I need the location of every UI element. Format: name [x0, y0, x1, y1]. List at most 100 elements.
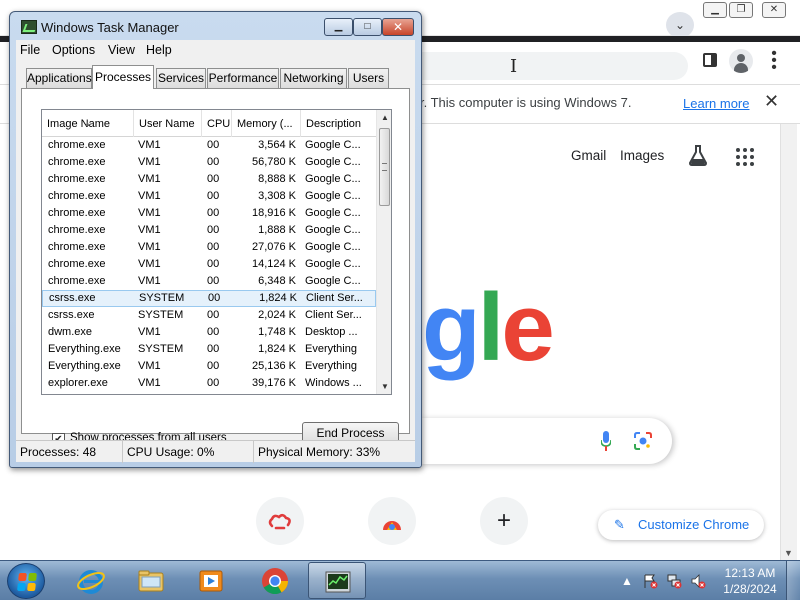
tab-processes[interactable]: Processes: [92, 65, 154, 89]
images-link[interactable]: Images: [620, 148, 664, 163]
gmail-link[interactable]: Gmail: [571, 148, 606, 163]
cell-description: Everything: [305, 360, 357, 372]
tab-performance[interactable]: Performance: [207, 68, 279, 88]
shortcut-tile-2[interactable]: [368, 497, 416, 545]
clock-date[interactable]: 1/28/2024: [717, 582, 783, 596]
cell-user-name: VM1: [138, 156, 161, 168]
table-row[interactable]: chrome.exe VM1 00 1,888 K Google C...: [42, 222, 376, 239]
cell-image-name: csrss.exe: [49, 292, 96, 304]
taskbar-item-task-manager[interactable]: [308, 562, 366, 599]
labs-flask-icon[interactable]: [688, 144, 708, 166]
column-description[interactable]: Description: [301, 110, 376, 137]
scroll-down-icon[interactable]: ▼: [784, 548, 793, 558]
cell-image-name: chrome.exe: [48, 139, 106, 151]
address-bar[interactable]: [420, 52, 688, 80]
cell-description: Windows ...: [305, 377, 362, 389]
cell-description: Everything: [305, 343, 357, 355]
cell-cpu: 00: [207, 360, 220, 372]
column-user-name[interactable]: User Name: [134, 110, 202, 137]
scroll-down-icon[interactable]: ▼: [381, 382, 389, 391]
show-desktop-button[interactable]: [786, 561, 800, 600]
sort-ascending-icon: ▲: [84, 121, 91, 128]
chrome-restore-button[interactable]: ❐: [729, 2, 753, 18]
add-shortcut-button[interactable]: +: [480, 497, 528, 545]
maximize-button[interactable]: □: [353, 18, 382, 36]
tab-networking[interactable]: Networking: [280, 68, 347, 88]
taskbar-item-chrome[interactable]: [246, 562, 304, 599]
cell-user-name: VM1: [138, 224, 161, 236]
table-row[interactable]: chrome.exe VM1 00 3,308 K Google C...: [42, 188, 376, 205]
minimize-button[interactable]: ▁: [324, 18, 353, 36]
close-button[interactable]: ✕: [382, 18, 414, 36]
menu-file[interactable]: File: [20, 43, 40, 57]
table-row[interactable]: chrome.exe VM1 00 18,916 K Google C...: [42, 205, 376, 222]
action-center-flag-icon[interactable]: [642, 573, 658, 589]
table-row[interactable]: dwm.exe VM1 00 1,748 K Desktop ...: [42, 324, 376, 341]
start-button[interactable]: [7, 563, 45, 599]
cloud-app-icon: [268, 513, 291, 530]
network-status-icon[interactable]: [666, 573, 682, 589]
cell-description: Google C...: [305, 156, 361, 168]
table-row[interactable]: chrome.exe VM1 00 27,076 K Google C...: [42, 239, 376, 256]
cell-cpu: 00: [207, 258, 220, 270]
table-row[interactable]: csrss.exe SYSTEM 00 2,024 K Client Ser...: [42, 307, 376, 324]
task-manager-body: Applications Processes Services Performa…: [16, 60, 415, 446]
infobar-close-icon[interactable]: ✕: [764, 91, 779, 112]
table-row[interactable]: chrome.exe VM1 00 6,348 K Google C...: [42, 273, 376, 290]
table-row[interactable]: chrome.exe VM1 00 56,780 K Google C...: [42, 154, 376, 171]
cell-image-name: chrome.exe: [48, 173, 106, 185]
column-cpu[interactable]: CPU: [202, 110, 232, 137]
table-row[interactable]: Everything.exe VM1 00 25,136 K Everything: [42, 358, 376, 375]
table-row[interactable]: chrome.exe VM1 00 14,124 K Google C...: [42, 256, 376, 273]
cell-description: Google C...: [305, 275, 361, 287]
table-row[interactable]: chrome.exe VM1 00 3,564 K Google C...: [42, 137, 376, 154]
customize-chrome-button[interactable]: ✎ Customize Chrome: [598, 510, 764, 540]
column-memory[interactable]: Memory (...: [232, 110, 301, 137]
tab-users[interactable]: Users: [348, 68, 389, 88]
process-list-scrollbar[interactable]: ▲ ▼: [376, 110, 391, 394]
windows-logo-icon: [17, 573, 37, 591]
cell-memory: 2,024 K: [258, 309, 296, 321]
tab-search-button[interactable]: ⌄: [666, 12, 694, 38]
process-list[interactable]: ▲ Image Name User Name CPU Memory (... D…: [41, 109, 392, 395]
logo-letter: l: [477, 274, 505, 381]
show-hidden-icons-icon[interactable]: ▲: [619, 573, 635, 589]
learn-more-link[interactable]: Learn more: [683, 96, 749, 111]
volume-muted-icon[interactable]: [690, 573, 706, 589]
lens-search-icon[interactable]: [633, 431, 653, 451]
menu-help[interactable]: Help: [146, 43, 172, 57]
voice-search-icon[interactable]: [601, 431, 611, 451]
side-panel-icon[interactable]: [703, 53, 717, 67]
table-row[interactable]: Everything.exe SYSTEM 00 1,824 K Everything: [42, 341, 376, 358]
clock-time[interactable]: 12:13 AM: [723, 566, 777, 580]
task-manager-titlebar[interactable]: Windows Task Manager ▁ □ ✕: [10, 12, 421, 40]
cell-memory: 1,888 K: [258, 224, 296, 236]
cell-image-name: chrome.exe: [48, 190, 106, 202]
table-row[interactable]: chrome.exe VM1 00 8,888 K Google C...: [42, 171, 376, 188]
profile-avatar-icon[interactable]: [729, 49, 753, 73]
window-title: Windows Task Manager: [41, 20, 179, 35]
scroll-up-icon[interactable]: ▲: [381, 113, 389, 122]
menu-view[interactable]: View: [108, 43, 135, 57]
google-apps-icon[interactable]: [736, 148, 754, 166]
taskbar-item-internet-explorer[interactable]: [62, 562, 120, 599]
tab-applications[interactable]: Applications: [26, 68, 92, 88]
cell-description: Google C...: [305, 190, 361, 202]
column-image-name[interactable]: ▲ Image Name: [42, 110, 134, 137]
cell-user-name: VM1: [138, 360, 161, 372]
shortcut-tile-1[interactable]: [256, 497, 304, 545]
chrome-close-button[interactable]: ✕: [762, 2, 786, 18]
menu-options[interactable]: Options: [52, 43, 95, 57]
scrollbar-thumb[interactable]: [379, 128, 390, 206]
cell-description: Google C...: [305, 241, 361, 253]
table-row[interactable]: explorer.exe VM1 00 39,176 K Windows ...: [42, 375, 376, 392]
taskbar-item-file-explorer[interactable]: [122, 562, 180, 599]
chrome-minimize-button[interactable]: ▁: [703, 2, 727, 18]
chrome-page-scrollbar[interactable]: ▼: [780, 124, 797, 560]
menu-bar: File Options View Help: [16, 40, 415, 60]
tab-services[interactable]: Services: [156, 68, 206, 88]
taskbar-item-media-player[interactable]: [182, 562, 240, 599]
chrome-menu-icon[interactable]: • • •: [768, 46, 780, 76]
table-row[interactable]: csrss.exe SYSTEM 00 1,824 K Client Ser...: [42, 290, 376, 307]
task-manager-app-icon: [21, 20, 37, 34]
